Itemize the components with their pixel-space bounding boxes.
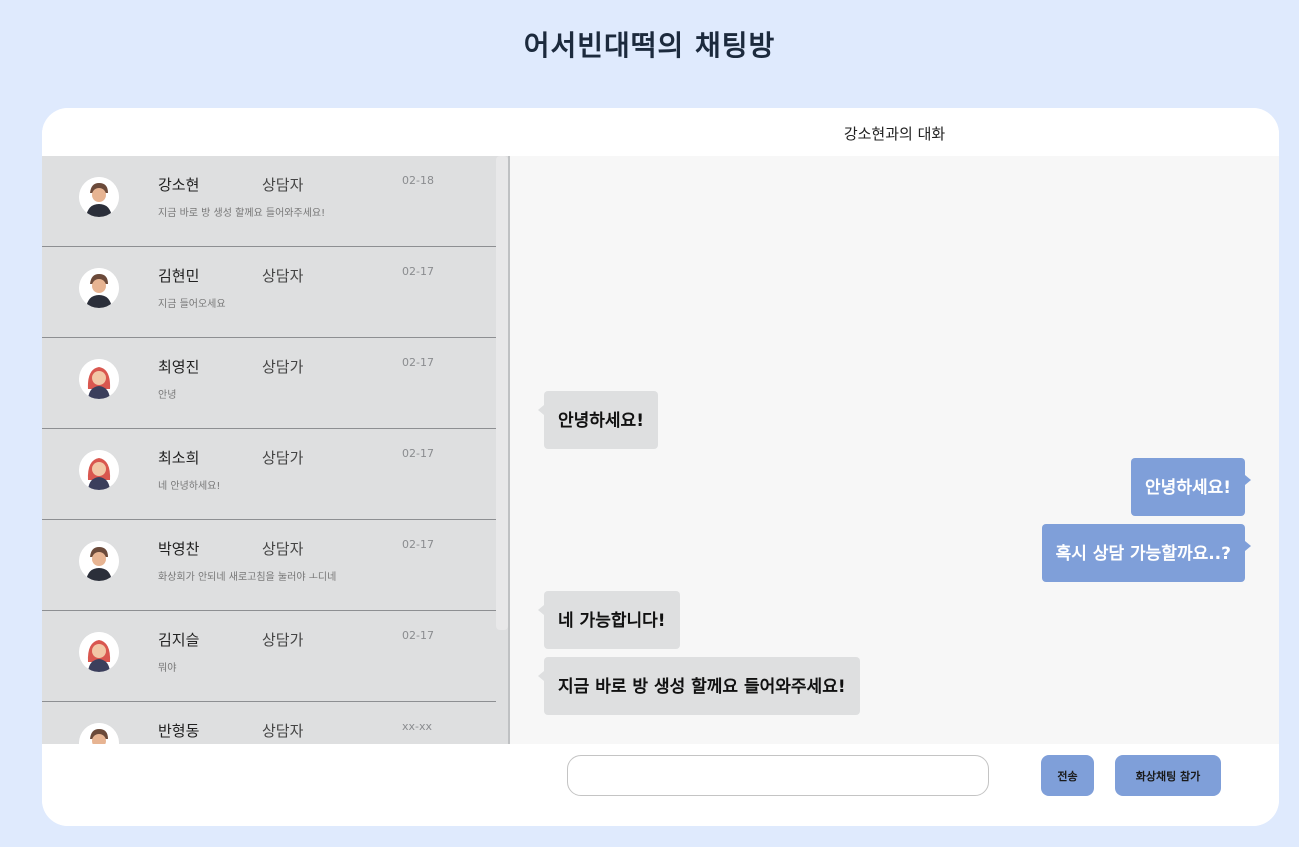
received-message-bubble: 안녕하세요!	[538, 391, 658, 449]
contact-role: 상담가	[262, 449, 304, 467]
page-title: 어서빈대떡의 채팅방	[523, 29, 776, 62]
chat-list-item[interactable]: 최영진 상담가 02-17 안녕	[42, 338, 496, 429]
chat-list-scrollbar[interactable]	[496, 156, 508, 630]
contact-name: 최소희	[158, 449, 200, 467]
avatar	[79, 177, 119, 217]
contact-role: 상담자	[262, 176, 304, 194]
message-date: 02-17	[402, 538, 434, 551]
message-area: 안녕하세요! 안녕하세요! 혹시 상담 가능할까요..? 네 가능합니다! 지금 바로 …	[510, 156, 1279, 744]
contact-name: 김현민	[158, 267, 200, 285]
contact-name: 강소현	[158, 176, 200, 194]
contact-name: 박영찬	[158, 540, 200, 558]
avatar	[79, 268, 119, 308]
chat-list-item[interactable]: 김지슬 상담가 02-17 뭐야	[42, 611, 496, 702]
last-message-preview: 지금 바로 방 생성 할께요 들어와주세요!	[158, 208, 326, 219]
contact-name: 김지슬	[158, 631, 200, 649]
message-date: xx-xx	[402, 720, 433, 733]
chat-list-header	[42, 108, 508, 156]
last-message-preview: 화상회가 안되네 새로고침을 눌러야 ㅗ디네	[158, 572, 337, 583]
sent-message-bubble: 안녕하세요!	[1131, 458, 1251, 516]
avatar	[79, 632, 119, 672]
chat-panel: 강소현 상담자 02-18 지금 바로 방 생성 할께요 들어와주세요! 김현민 상담자 0…	[42, 108, 1279, 826]
avatar	[79, 723, 119, 744]
received-message-bubble: 지금 바로 방 생성 할께요 들어와주세요!	[538, 657, 860, 715]
chat-list[interactable]: 강소현 상담자 02-18 지금 바로 방 생성 할께요 들어와주세요! 김현민 상담자 0…	[42, 156, 508, 744]
last-message-preview: 뭐야	[158, 663, 177, 674]
chat-list-item[interactable]: 김현민 상담자 02-17 지금 들어오세요	[42, 247, 496, 338]
contact-role: 상담가	[262, 358, 304, 376]
last-message-preview: 지금 들어오세요	[158, 299, 226, 310]
send-button[interactable]: 전송	[1041, 755, 1094, 796]
chat-list-footer	[42, 744, 508, 826]
contact-role: 상담가	[262, 631, 304, 649]
contact-name: 최영진	[158, 358, 200, 376]
message-date: 02-17	[402, 447, 434, 460]
message-date: 02-17	[402, 356, 434, 369]
avatar	[79, 541, 119, 581]
chat-list-item[interactable]: 강소현 상담자 02-18 지금 바로 방 생성 할께요 들어와주세요!	[42, 156, 496, 247]
contact-role: 상담자	[262, 540, 304, 558]
message-date: 02-17	[402, 265, 434, 278]
chat-list-item[interactable]: 반형동 상담자 xx-xx	[42, 702, 496, 744]
chat-list-column: 강소현 상담자 02-18 지금 바로 방 생성 할께요 들어와주세요! 김현민 상담자 0…	[42, 108, 508, 826]
join-video-chat-button[interactable]: 화상채팅 참가	[1115, 755, 1221, 796]
message-date: 02-17	[402, 629, 434, 642]
message-input[interactable]	[567, 755, 989, 796]
avatar	[79, 359, 119, 399]
avatar	[79, 450, 119, 490]
conversation-title: 강소현과의 대화	[510, 108, 1279, 156]
chat-list-item[interactable]: 박영찬 상담자 02-17 화상회가 안되네 새로고침을 눌러야 ㅗ디네	[42, 520, 496, 611]
conversation-column: 강소현과의 대화 안녕하세요! 안녕하세요! 혹시 상담 가능할까요..? 네 가능합…	[510, 108, 1279, 826]
last-message-preview: 네 안녕하세요!	[158, 481, 221, 492]
chat-list-item[interactable]: 최소희 상담가 02-17 네 안녕하세요!	[42, 429, 496, 520]
last-message-preview: 안녕	[158, 390, 177, 401]
received-message-bubble: 네 가능합니다!	[538, 591, 680, 649]
contact-role: 상담자	[262, 722, 304, 740]
contact-role: 상담자	[262, 267, 304, 285]
message-date: 02-18	[402, 174, 434, 187]
composer: 전송 화상채팅 참가	[510, 744, 1279, 826]
contact-name: 반형동	[158, 722, 200, 740]
sent-message-bubble: 혹시 상담 가능할까요..?	[1041, 524, 1252, 582]
